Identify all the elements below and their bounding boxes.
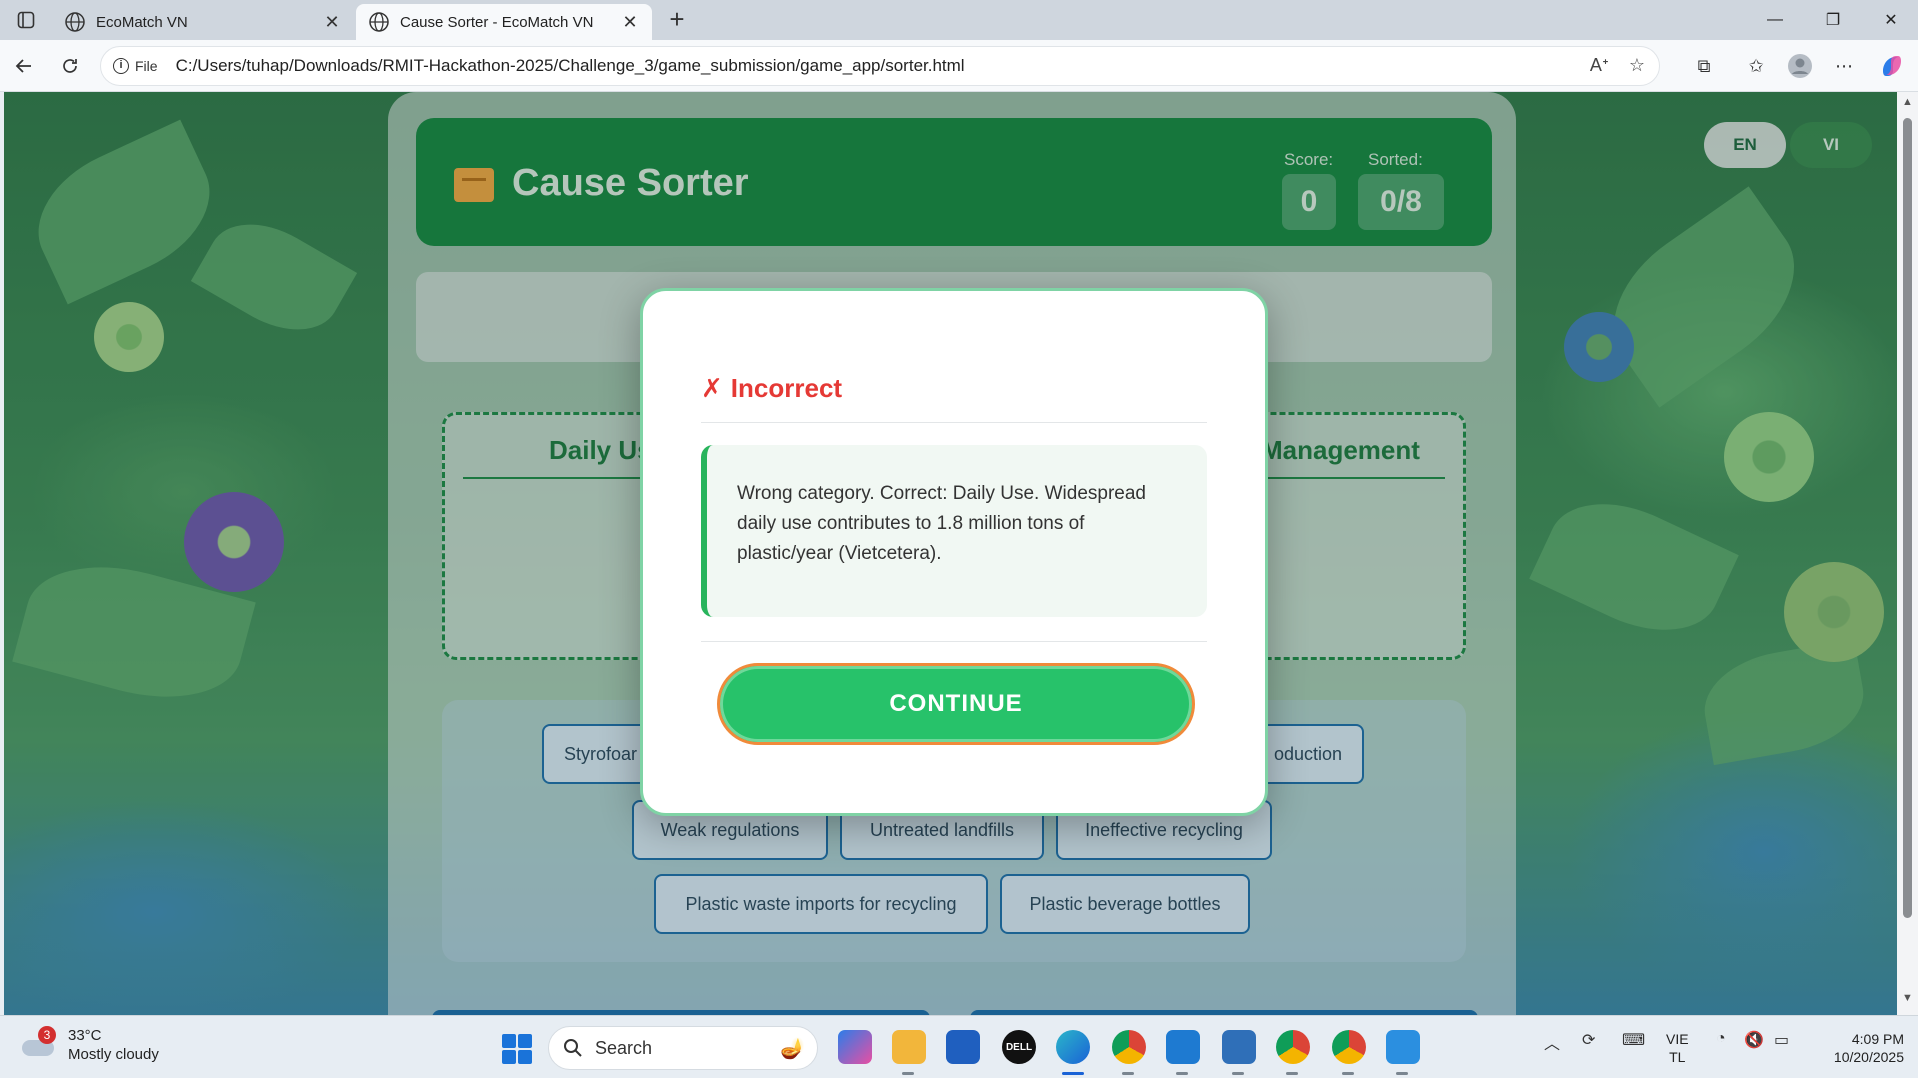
taskbar-search[interactable]: Search 🪔 [548,1026,818,1070]
copilot-app-icon[interactable] [838,1030,872,1064]
wifi-icon[interactable]: ◔ [1716,1030,1726,1048]
system-clock[interactable]: 4:09 PM 10/20/2025 [1816,1030,1904,1066]
running-indicator [902,1072,914,1075]
search-icon [564,1039,582,1057]
running-indicator [1342,1072,1354,1075]
feedback-status: ✗ Incorrect [701,373,842,404]
dell-icon[interactable]: DELL [1002,1030,1036,1064]
edge-browser-icon[interactable] [1056,1030,1090,1064]
chrome-profile-icon[interactable] [1276,1030,1310,1064]
clock-date: 10/20/2025 [1833,1049,1904,1065]
extensions-icon[interactable]: ⧉ [1690,52,1718,80]
favorites-icon[interactable]: ✩ [1742,52,1770,80]
chrome-icon[interactable] [1112,1030,1146,1064]
microsoft-store-icon[interactable] [946,1030,980,1064]
close-tab-icon[interactable]: ✕ [620,12,640,33]
incorrect-x-icon: ✗ [701,373,723,403]
refresh-icon [63,59,77,73]
close-tab-icon[interactable]: ✕ [322,12,342,33]
start-button[interactable] [502,1034,532,1064]
divider [701,641,1207,642]
weather-widget[interactable]: 3 33°C Mostly cloudy [22,1026,159,1064]
app-window-icon[interactable] [1222,1030,1256,1064]
chrome-profile-icon[interactable] [1332,1030,1366,1064]
vscode-icon[interactable] [1166,1030,1200,1064]
running-indicator [1396,1072,1408,1075]
scroll-up-arrow-icon[interactable]: ▲ [1901,96,1914,108]
restore-button[interactable]: ❐ [1806,4,1860,36]
running-indicator [1176,1072,1188,1075]
notification-badge: 3 [38,1026,56,1044]
refresh-button[interactable] [54,50,86,82]
keyboard-layout: TL [1669,1049,1686,1065]
search-placeholder: Search [595,1037,653,1058]
paint-app-icon[interactable] [1386,1030,1420,1064]
address-bar[interactable]: i File C:/Users/tuhap/Downloads/RMIT-Hac… [100,46,1660,86]
copilot-icon[interactable] [1878,52,1906,80]
more-options-icon[interactable]: ⋯ [1830,52,1858,80]
globe-icon [65,12,85,32]
battery-icon[interactable]: ▭ [1774,1030,1789,1050]
temperature: 33°C [68,1027,102,1044]
back-button[interactable] [8,50,40,82]
running-indicator [1232,1072,1244,1075]
file-explorer-icon[interactable] [892,1030,926,1064]
show-hidden-icons-icon[interactable]: ︿ [1544,1030,1560,1054]
keyboard-icon[interactable]: ⌨ [1622,1030,1645,1050]
search-highlight-icon: 🪔 [780,1037,805,1060]
divider [701,422,1207,423]
clock-time: 4:09 PM [1851,1031,1904,1047]
feedback-modal: ✗ Incorrect Wrong category. Correct: Dai… [640,288,1268,816]
site-info[interactable]: i File [113,58,158,74]
close-window-button[interactable]: ✕ [1864,4,1918,36]
feedback-status-text: Incorrect [730,373,843,403]
scrollbar-thumb[interactable] [1903,118,1912,918]
continue-button[interactable]: CONTINUE [717,663,1195,745]
running-indicator [1286,1072,1298,1075]
tab-title: EcoMatch VN [96,13,188,31]
active-indicator [1062,1072,1084,1075]
windows-taskbar: 3 33°C Mostly cloudy Search 🪔 DELL ︿ ⟳ ⌨… [0,1015,1918,1078]
weather-condition: Mostly cloudy [68,1046,159,1063]
tab-title: Cause Sorter - EcoMatch VN [400,13,594,31]
profile-avatar-icon[interactable] [1786,52,1814,80]
page-scrollbar[interactable]: ▲ ▼ [1897,92,1918,1015]
cloud-icon: 3 [22,1026,56,1058]
running-indicator [1122,1072,1134,1075]
scroll-down-arrow-icon[interactable]: ▼ [1901,992,1914,1004]
browser-toolbar: i File C:/Users/tuhap/Downloads/RMIT-Hac… [0,40,1918,92]
favorite-star-icon[interactable]: ☆ [1629,55,1645,76]
browser-tabstrip: EcoMatch VN ✕ Cause Sorter - EcoMatch VN… [0,0,1918,40]
back-arrow-icon [15,59,31,73]
tab-actions-button[interactable] [8,6,44,34]
language-code: VIE [1666,1031,1689,1047]
input-language[interactable]: VIE TL [1666,1030,1689,1066]
volume-muted-icon[interactable]: 🔇 [1744,1030,1764,1050]
feedback-message: Wrong category. Correct: Daily Use. Wide… [701,445,1207,617]
page-viewport: Cause Sorter Score: 0 Sorted: 0/8 EN VI … [4,92,1897,1015]
site-info-label: File [135,58,158,74]
tab-actions-icon [17,11,35,29]
read-aloud-icon[interactable]: Aᐩ [1590,55,1609,76]
tab-cause-sorter[interactable]: Cause Sorter - EcoMatch VN ✕ [356,4,652,40]
minimize-button[interactable]: — [1748,4,1802,36]
globe-icon [369,12,389,32]
new-tab-button[interactable]: + [662,6,692,34]
tab-ecomatch[interactable]: EcoMatch VN ✕ [52,4,354,40]
url-text: C:/Users/tuhap/Downloads/RMIT-Hackathon-… [175,56,965,75]
sync-icon[interactable]: ⟳ [1582,1030,1595,1050]
info-icon: i [113,58,129,74]
